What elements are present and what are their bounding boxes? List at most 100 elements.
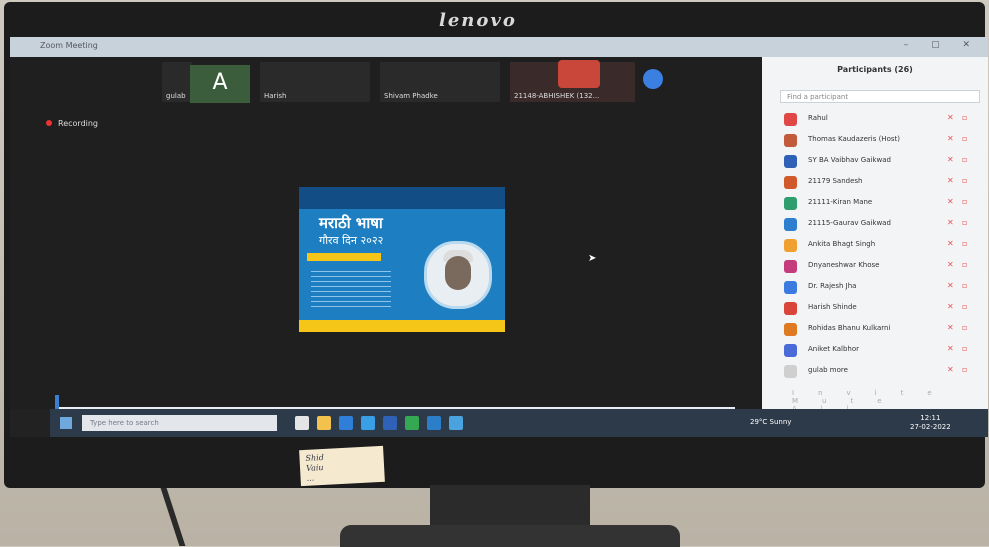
participant-avatar xyxy=(784,302,797,315)
taskbar-app-icon[interactable] xyxy=(427,416,441,430)
record-dot-icon xyxy=(46,120,52,126)
participants-panel: Participants (26) Find a participant Rah… xyxy=(762,57,988,413)
taskbar-app-icon[interactable] xyxy=(361,416,375,430)
mic-muted-icon[interactable]: ✕ xyxy=(947,218,954,227)
taskbar-app-icon[interactable] xyxy=(295,416,309,430)
poster-footer xyxy=(299,320,505,332)
taskbar-app-icon[interactable] xyxy=(405,416,419,430)
taskbar-search-input[interactable]: Type here to search xyxy=(82,415,277,431)
participant-photo xyxy=(558,60,600,88)
time-text: 12:11 xyxy=(920,414,941,422)
window-controls[interactable]: – ▢ ✕ xyxy=(904,40,980,50)
shared-poster: मराठी भाषा गौरव दिन २०२२ xyxy=(299,187,505,332)
date-text: 27-02-2022 xyxy=(910,423,951,431)
meeting-view: gulab A Harish Shivam Phadke 21148-ABHIS… xyxy=(10,57,762,409)
participant-row[interactable]: Rohidas Bhanu Kulkarni ✕ ▫ xyxy=(772,319,982,340)
video-off-icon[interactable]: ▫ xyxy=(962,155,967,164)
video-off-icon[interactable]: ▫ xyxy=(962,344,967,353)
video-off-icon[interactable]: ▫ xyxy=(962,260,967,269)
window-title: Zoom Meeting xyxy=(40,41,98,50)
video-off-icon[interactable]: ▫ xyxy=(962,197,967,206)
monitor-stand xyxy=(340,485,680,547)
participant-row[interactable]: 21115-Gaurav Gaikwad ✕ ▫ xyxy=(772,214,982,235)
participant-avatar xyxy=(784,113,797,126)
mic-muted-icon[interactable]: ✕ xyxy=(947,323,954,332)
participant-avatar xyxy=(784,260,797,273)
participant-list: Rahul ✕ ▫ Thomas Kaudazeris (Host) ✕ ▫ SY BA V… xyxy=(772,109,982,382)
video-tile[interactable]: gulab xyxy=(162,62,192,102)
participant-name: Rohidas Bhanu Kulkarni xyxy=(808,324,891,332)
poster-text-lines xyxy=(311,267,391,311)
recording-indicator: Recording xyxy=(46,119,98,128)
participant-row[interactable]: 21111-Kiran Mane ✕ ▫ xyxy=(772,193,982,214)
participant-row[interactable]: Ankita Bhagt Singh ✕ ▫ xyxy=(772,235,982,256)
participant-avatar xyxy=(784,344,797,357)
poster-title: मराठी भाषा xyxy=(319,214,383,232)
mic-muted-icon[interactable]: ✕ xyxy=(947,365,954,374)
video-tile[interactable]: Harish xyxy=(260,62,370,102)
video-off-icon[interactable]: ▫ xyxy=(962,113,967,122)
mic-muted-icon[interactable]: ✕ xyxy=(947,239,954,248)
sticky-note: Shid Vaiu ... xyxy=(299,445,385,487)
video-off-icon[interactable]: ▫ xyxy=(962,218,967,227)
video-off-icon[interactable]: ▫ xyxy=(962,323,967,332)
participant-row[interactable]: gulab more ✕ ▫ xyxy=(772,361,982,382)
participant-name: Harish Shinde xyxy=(808,303,857,311)
participant-row[interactable]: 21179 Sandesh ✕ ▫ xyxy=(772,172,982,193)
avatar: A xyxy=(190,65,250,103)
mic-muted-icon[interactable]: ✕ xyxy=(947,281,954,290)
participant-row[interactable]: Dnyaneshwar Khose ✕ ▫ xyxy=(772,256,982,277)
participant-row[interactable]: SY BA Vaibhav Gaikwad ✕ ▫ xyxy=(772,151,982,172)
participant-row[interactable]: Dr. Rajesh Jha ✕ ▫ xyxy=(772,277,982,298)
mic-muted-icon[interactable]: ✕ xyxy=(947,344,954,353)
participant-row[interactable]: Aniket Kalbhor ✕ ▫ xyxy=(772,340,982,361)
weather-widget[interactable]: 29°C Sunny xyxy=(750,418,791,426)
taskbar-app-icon[interactable] xyxy=(449,416,463,430)
poster-tag xyxy=(307,253,381,261)
mic-muted-icon[interactable]: ✕ xyxy=(947,155,954,164)
video-off-icon[interactable]: ▫ xyxy=(962,176,967,185)
mic-muted-icon[interactable]: ✕ xyxy=(947,302,954,311)
mic-muted-icon[interactable]: ✕ xyxy=(947,260,954,269)
participant-avatar xyxy=(784,323,797,336)
mic-muted-icon[interactable]: ✕ xyxy=(947,134,954,143)
video-off-icon[interactable]: ▫ xyxy=(962,365,967,374)
cable xyxy=(160,488,226,546)
participant-avatar xyxy=(784,365,797,378)
participant-name: 21111-Kiran Mane xyxy=(808,198,873,206)
participant-avatar xyxy=(784,281,797,294)
participant-row[interactable]: Rahul ✕ ▫ xyxy=(772,109,982,130)
participant-avatar xyxy=(784,155,797,168)
mic-muted-icon[interactable]: ✕ xyxy=(947,197,954,206)
participant-name: Rahul xyxy=(808,114,828,122)
participant-avatar xyxy=(784,134,797,147)
taskbar-app-icon[interactable] xyxy=(317,416,331,430)
video-off-icon[interactable]: ▫ xyxy=(962,239,967,248)
participant-search-input[interactable]: Find a participant xyxy=(780,90,980,103)
participant-avatar xyxy=(784,176,797,189)
windows-start-icon[interactable] xyxy=(60,417,72,429)
taskbar-app-icon[interactable] xyxy=(383,416,397,430)
video-off-icon[interactable]: ▫ xyxy=(962,281,967,290)
video-off-icon[interactable]: ▫ xyxy=(962,302,967,311)
monitor-bezel: lenovo Zoom Meeting – ▢ ✕ gulab A Harish… xyxy=(4,2,988,488)
poster-subtitle: गौरव दिन २०२२ xyxy=(319,234,384,247)
participant-name: Thomas Kaudazeris (Host) xyxy=(808,135,900,143)
mic-muted-icon[interactable]: ✕ xyxy=(947,113,954,122)
participant-row[interactable]: Harish Shinde ✕ ▫ xyxy=(772,298,982,319)
poster-portrait xyxy=(424,241,492,309)
screen: Zoom Meeting – ▢ ✕ gulab A Harish Shivam… xyxy=(10,37,988,437)
invite-button[interactable]: Invite xyxy=(792,389,956,397)
participant-row[interactable]: Thomas Kaudazeris (Host) ✕ ▫ xyxy=(772,130,982,151)
video-tile[interactable]: Shivam Phadke xyxy=(380,62,500,102)
taskbar-clock[interactable]: 12:11 27-02-2022 xyxy=(910,414,951,432)
tile-name: Shivam Phadke xyxy=(384,92,438,100)
more-tiles-icon[interactable] xyxy=(643,69,663,89)
tile-name: 21148-ABHISHEK (132... xyxy=(514,92,600,100)
note-line: ... xyxy=(306,473,315,483)
taskbar-app-icon[interactable] xyxy=(339,416,353,430)
lenovo-logo: lenovo xyxy=(439,10,517,31)
participant-avatar xyxy=(784,197,797,210)
mic-muted-icon[interactable]: ✕ xyxy=(947,176,954,185)
video-off-icon[interactable]: ▫ xyxy=(962,134,967,143)
